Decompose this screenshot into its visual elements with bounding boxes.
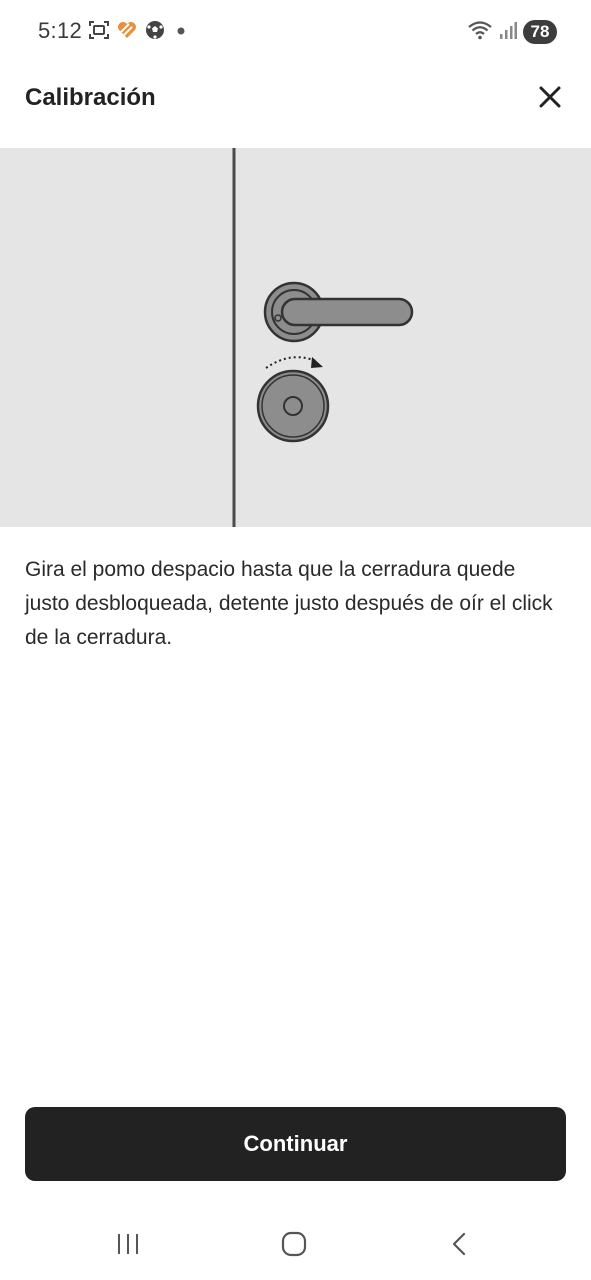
recent-apps-icon (115, 1231, 141, 1262)
back-icon (447, 1231, 473, 1262)
continue-button[interactable]: Continuar (25, 1107, 566, 1181)
instructions-text: Gira el pomo despacio hasta que la cerra… (25, 558, 553, 649)
back-button[interactable] (440, 1226, 480, 1266)
door-lock-icon (232, 148, 414, 527)
recent-apps-button[interactable] (108, 1226, 148, 1266)
status-time: 5:12 (38, 18, 83, 43)
page-title: Calibración (25, 84, 156, 111)
soccer-ball-icon (144, 19, 166, 46)
home-button[interactable] (274, 1226, 314, 1266)
status-icons-left (88, 20, 190, 44)
header: Calibración (0, 64, 591, 148)
screenshot-icon (88, 19, 110, 46)
wifi-icon (467, 19, 493, 46)
home-icon (280, 1230, 308, 1263)
notification-dot-icon (172, 19, 190, 46)
close-icon (538, 85, 562, 114)
close-button[interactable] (535, 84, 565, 114)
status-icons-right: 78 (467, 19, 557, 45)
heart-app-icon (116, 19, 138, 46)
signal-icon (499, 19, 517, 46)
navigation-bar (0, 1212, 591, 1280)
battery-indicator: 78 (523, 20, 557, 44)
calibration-illustration (0, 148, 591, 527)
status-bar: 5:12 78 (0, 0, 591, 64)
